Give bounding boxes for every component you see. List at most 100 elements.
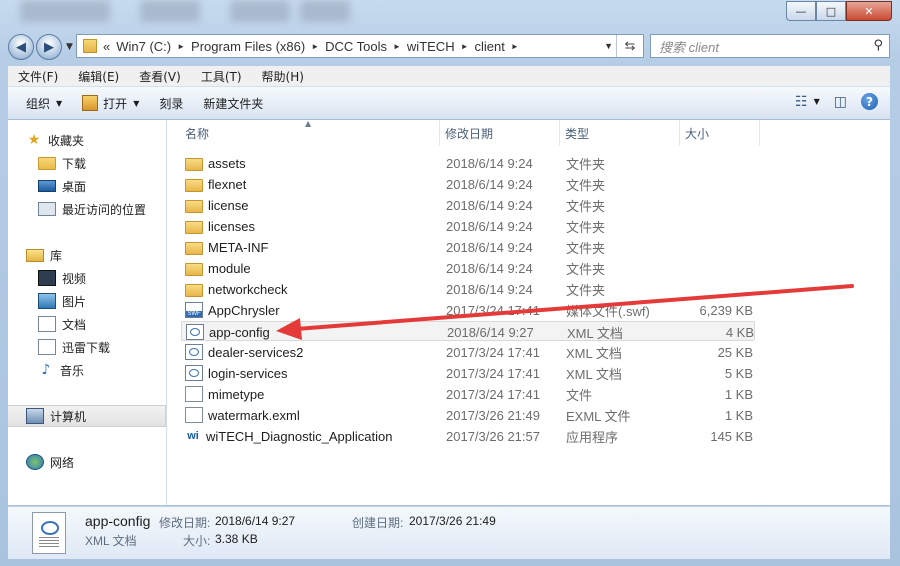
search-icon[interactable]: ⚲: [873, 38, 883, 53]
column-header-size[interactable]: 大小: [685, 120, 760, 146]
file-row[interactable]: license 2018/6/14 9:24 文件夹: [181, 195, 755, 215]
file-row[interactable]: AppChrysler 2017/3/24 17:41 媒体文件(.swf) 6,23…: [181, 300, 755, 320]
file-name-cell[interactable]: module: [185, 258, 251, 278]
file-row[interactable]: app-config 2018/6/14 9:27 XML 文档 4 KB: [181, 321, 755, 341]
organize-button[interactable]: 组织 ▼: [8, 95, 72, 112]
menu-edit[interactable]: 编辑(E): [68, 68, 129, 85]
chevron-down-icon[interactable]: ▼: [604, 41, 613, 51]
app-icon: wi: [187, 430, 199, 442]
file-date: 2017/3/24 17:41: [446, 386, 540, 402]
breadcrumb-client[interactable]: client: [475, 39, 505, 54]
history-dropdown-icon[interactable]: ▼: [66, 42, 73, 52]
breadcrumb-dcc-tools[interactable]: DCC Tools: [325, 39, 387, 54]
file-name-cell[interactable]: watermark.exml: [185, 405, 300, 425]
breadcrumb-program-files[interactable]: Program Files (x86): [191, 39, 305, 54]
file-row[interactable]: module 2018/6/14 9:24 文件夹: [181, 258, 755, 278]
chevron-right-icon[interactable]: ►: [511, 42, 519, 51]
view-options-icon[interactable]: ☷: [795, 94, 808, 110]
recent-places-icon: [38, 202, 56, 216]
column-header-date[interactable]: 修改日期: [445, 120, 560, 146]
chevron-right-icon[interactable]: ►: [461, 42, 469, 51]
menu-file[interactable]: 文件(F): [8, 68, 68, 85]
column-header-type[interactable]: 类型: [565, 120, 680, 146]
address-overflow[interactable]: «: [103, 39, 110, 54]
maximize-button[interactable]: □: [816, 1, 846, 21]
file-row[interactable]: META-INF 2018/6/14 9:24 文件夹: [181, 237, 755, 257]
breadcrumb-witech[interactable]: wiTECH: [407, 39, 455, 54]
file-row[interactable]: assets 2018/6/14 9:24 文件夹: [181, 153, 755, 173]
file-type: 文件夹: [566, 240, 606, 256]
file-name-cell[interactable]: flexnet: [185, 174, 246, 194]
file-name-cell[interactable]: dealer-services2: [185, 342, 303, 362]
file-row[interactable]: flexnet 2018/6/14 9:24 文件夹: [181, 174, 755, 194]
file-name-cell[interactable]: license: [185, 195, 248, 215]
nav-favorites[interactable]: ★ 收藏夹: [26, 130, 183, 150]
file-name-cell[interactable]: app-config: [186, 322, 270, 342]
file-name-cell[interactable]: assets: [185, 153, 246, 173]
nav-label: 网络: [50, 455, 75, 470]
file-row[interactable]: networkcheck 2018/6/14 9:24 文件夹: [181, 279, 755, 299]
burn-label: 刻录: [159, 96, 184, 111]
file-icon: [185, 386, 203, 402]
minimize-button[interactable]: —: [786, 1, 816, 21]
file-name-cell[interactable]: AppChrysler: [185, 300, 280, 320]
preview-pane-icon[interactable]: ◫: [834, 94, 847, 110]
file-row[interactable]: dealer-services2 2017/3/24 17:41 XML 文档 25 …: [181, 342, 755, 362]
help-icon[interactable]: ?: [861, 93, 878, 110]
column-header-name[interactable]: 名称: [185, 120, 440, 146]
close-button[interactable]: ✕: [846, 1, 892, 21]
new-folder-button[interactable]: 新建文件夹: [193, 95, 273, 112]
file-row[interactable]: licenses 2018/6/14 9:24 文件夹: [181, 216, 755, 236]
file-type: XML 文档: [566, 345, 622, 361]
organize-label: 组织: [26, 96, 51, 111]
file-name-cell[interactable]: wi wiTECH_Diagnostic_Application: [185, 426, 392, 446]
file-name-cell[interactable]: login-services: [185, 363, 287, 383]
file-row[interactable]: wi wiTECH_Diagnostic_Application 2017/3/26…: [181, 426, 755, 446]
back-button[interactable]: ◀: [8, 34, 34, 60]
file-row[interactable]: login-services 2017/3/24 17:41 XML 文档 5 KB: [181, 363, 755, 383]
column-label: 修改日期: [445, 126, 494, 141]
breadcrumb-win7[interactable]: Win7 (C:): [116, 39, 171, 54]
chevron-right-icon[interactable]: ►: [177, 42, 185, 51]
nav-libraries[interactable]: 库: [26, 245, 183, 265]
search-box[interactable]: 搜索 client ⚲: [650, 34, 890, 58]
file-row[interactable]: watermark.exml 2017/3/26 21:49 EXML 文件 1 KB: [181, 405, 755, 425]
burn-button[interactable]: 刻录: [149, 95, 193, 112]
nav-computer[interactable]: 计算机: [8, 405, 166, 427]
details-created-value: 2017/3/26 21:49: [409, 514, 496, 528]
folder-icon: [185, 241, 203, 255]
chevron-right-icon[interactable]: ►: [393, 42, 401, 51]
file-name-cell[interactable]: META-INF: [185, 237, 268, 257]
file-name: licenses: [208, 218, 255, 234]
chevron-right-icon[interactable]: ►: [311, 42, 319, 51]
xml-file-icon: [186, 324, 204, 340]
file-size: 25 KB: [717, 344, 753, 360]
nav-network[interactable]: 网络: [26, 452, 183, 472]
chevron-down-icon[interactable]: ▼: [814, 97, 820, 106]
chevron-down-icon: ▼: [56, 98, 63, 108]
navigation-buttons: ◀ ▶ ▼: [8, 34, 73, 60]
file-icon: [185, 407, 203, 423]
search-input[interactable]: 搜索 client: [659, 37, 719, 56]
nav-label: 库: [50, 248, 63, 263]
star-icon: ★: [27, 132, 41, 148]
video-icon: [38, 270, 56, 286]
file-type: XML 文档: [566, 366, 622, 382]
nav-label: 桌面: [62, 179, 87, 194]
address-bar[interactable]: « Win7 (C:) ► Program Files (x86) ► DCC To…: [76, 34, 644, 58]
refresh-button[interactable]: ⇆: [616, 35, 643, 57]
forward-button[interactable]: ▶: [36, 34, 62, 60]
folder-icon: [185, 283, 203, 297]
new-folder-label: 新建文件夹: [203, 96, 264, 111]
file-name-cell[interactable]: networkcheck: [185, 279, 287, 299]
file-name-cell[interactable]: mimetype: [185, 384, 264, 404]
file-name-cell[interactable]: licenses: [185, 216, 255, 236]
menu-tools[interactable]: 工具(T): [191, 68, 252, 85]
open-with-icon: [82, 95, 99, 111]
menu-help[interactable]: 帮助(H): [252, 68, 314, 85]
open-button[interactable]: 打开 ▼: [72, 95, 149, 112]
folder-icon: [83, 39, 97, 53]
menu-view[interactable]: 查看(V): [129, 68, 191, 85]
file-type: 文件夹: [566, 219, 606, 235]
file-row[interactable]: mimetype 2017/3/24 17:41 文件 1 KB: [181, 384, 755, 404]
